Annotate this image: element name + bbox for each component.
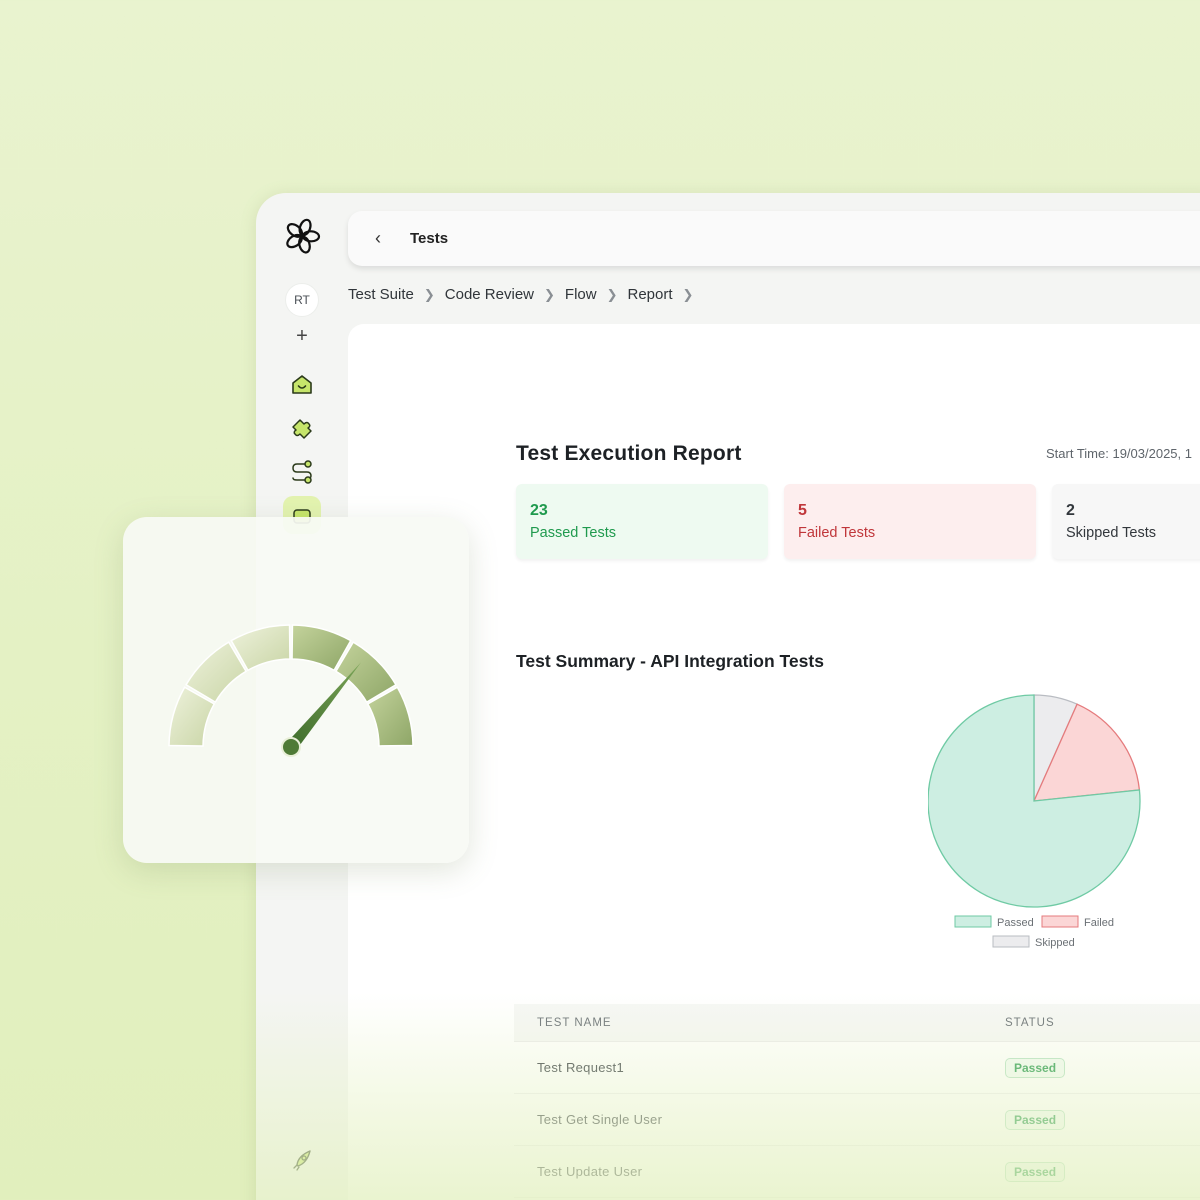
table-header: TEST NAME STATUS <box>514 1004 1200 1042</box>
chevron-right-icon: ❯ <box>606 286 618 302</box>
breadcrumb-item[interactable]: Report <box>627 286 672 303</box>
avatar[interactable]: RT <box>285 283 319 317</box>
passed-tests-card[interactable]: 23 Passed Tests <box>516 484 768 559</box>
table-row[interactable]: Test Request1 Passed <box>514 1042 1200 1094</box>
pie-chart: Passed Failed Skipped <box>927 694 1168 964</box>
results-table: TEST NAME STATUS Test Request1 Passed Te… <box>514 1004 1200 1198</box>
test-name: Test Update User <box>537 1164 643 1179</box>
add-icon[interactable]: + <box>283 317 321 355</box>
chevron-right-icon: ❯ <box>423 286 435 302</box>
passed-label: Passed Tests <box>530 525 616 541</box>
start-time: Start Time: 19/03/2025, 1 <box>1046 446 1192 461</box>
table-row[interactable]: Test Update User Passed <box>514 1146 1200 1198</box>
sidebar-item-integrations[interactable] <box>283 410 321 448</box>
skipped-label: Skipped Tests <box>1066 525 1157 541</box>
breadcrumb-item[interactable]: Test Suite <box>348 286 414 303</box>
puzzle-icon <box>292 419 312 439</box>
legend-swatch-passed <box>954 915 992 928</box>
failed-label: Failed Tests <box>798 525 876 541</box>
rocket-icon <box>293 1150 311 1171</box>
gauge-needle <box>286 662 362 751</box>
gauge-hub <box>281 737 301 757</box>
status-badge: Passed <box>1005 1109 1066 1130</box>
legend-swatch-failed <box>1041 915 1079 928</box>
report-title: Test Execution Report <box>516 442 742 465</box>
legend-label-passed: Passed <box>997 917 1034 929</box>
top-bar: ‹ Tests <box>348 211 1200 266</box>
breadcrumb-item[interactable]: Code Review <box>445 286 534 303</box>
legend-label-failed: Failed <box>1084 917 1114 929</box>
app-logo-icon[interactable] <box>283 217 321 255</box>
speedometer-icon <box>168 624 414 757</box>
failed-count: 5 <box>798 502 807 519</box>
chevron-right-icon: ❯ <box>682 286 694 302</box>
legend-swatch-skipped <box>992 935 1030 948</box>
skipped-tests-card[interactable]: 2 Skipped Tests <box>1052 484 1200 559</box>
column-header-status[interactable]: STATUS <box>1005 1017 1055 1029</box>
sidebar-item-home[interactable] <box>283 366 321 404</box>
summary-title: Test Summary - API Integration Tests <box>516 651 824 671</box>
breadcrumb: Test Suite ❯ Code Review ❯ Flow ❯ Report… <box>348 286 703 303</box>
home-icon <box>292 375 312 394</box>
passed-count: 23 <box>530 502 548 519</box>
sidebar-item-deploy[interactable] <box>283 1141 321 1179</box>
legend-label-skipped: Skipped <box>1035 937 1075 949</box>
status-badge: Passed <box>1005 1161 1066 1182</box>
table-row[interactable]: Test Get Single User Passed <box>514 1094 1200 1146</box>
sidebar-item-flow[interactable] <box>283 453 321 491</box>
chevron-right-icon: ❯ <box>544 286 555 302</box>
page-title: Tests <box>410 230 449 247</box>
flow-icon <box>292 460 312 484</box>
back-button[interactable]: ‹ <box>362 223 394 255</box>
test-name: Test Request1 <box>537 1060 625 1075</box>
skipped-count: 2 <box>1066 502 1075 519</box>
status-badge: Passed <box>1005 1057 1066 1078</box>
test-name: Test Get Single User <box>537 1112 663 1127</box>
column-header-test-name[interactable]: TEST NAME <box>537 1017 612 1029</box>
failed-tests-card[interactable]: 5 Failed Tests <box>784 484 1036 559</box>
gauge-card <box>123 517 469 863</box>
breadcrumb-item[interactable]: Flow <box>565 286 597 303</box>
report-panel: Test Execution Report Start Time: 19/03/… <box>348 324 1200 1200</box>
